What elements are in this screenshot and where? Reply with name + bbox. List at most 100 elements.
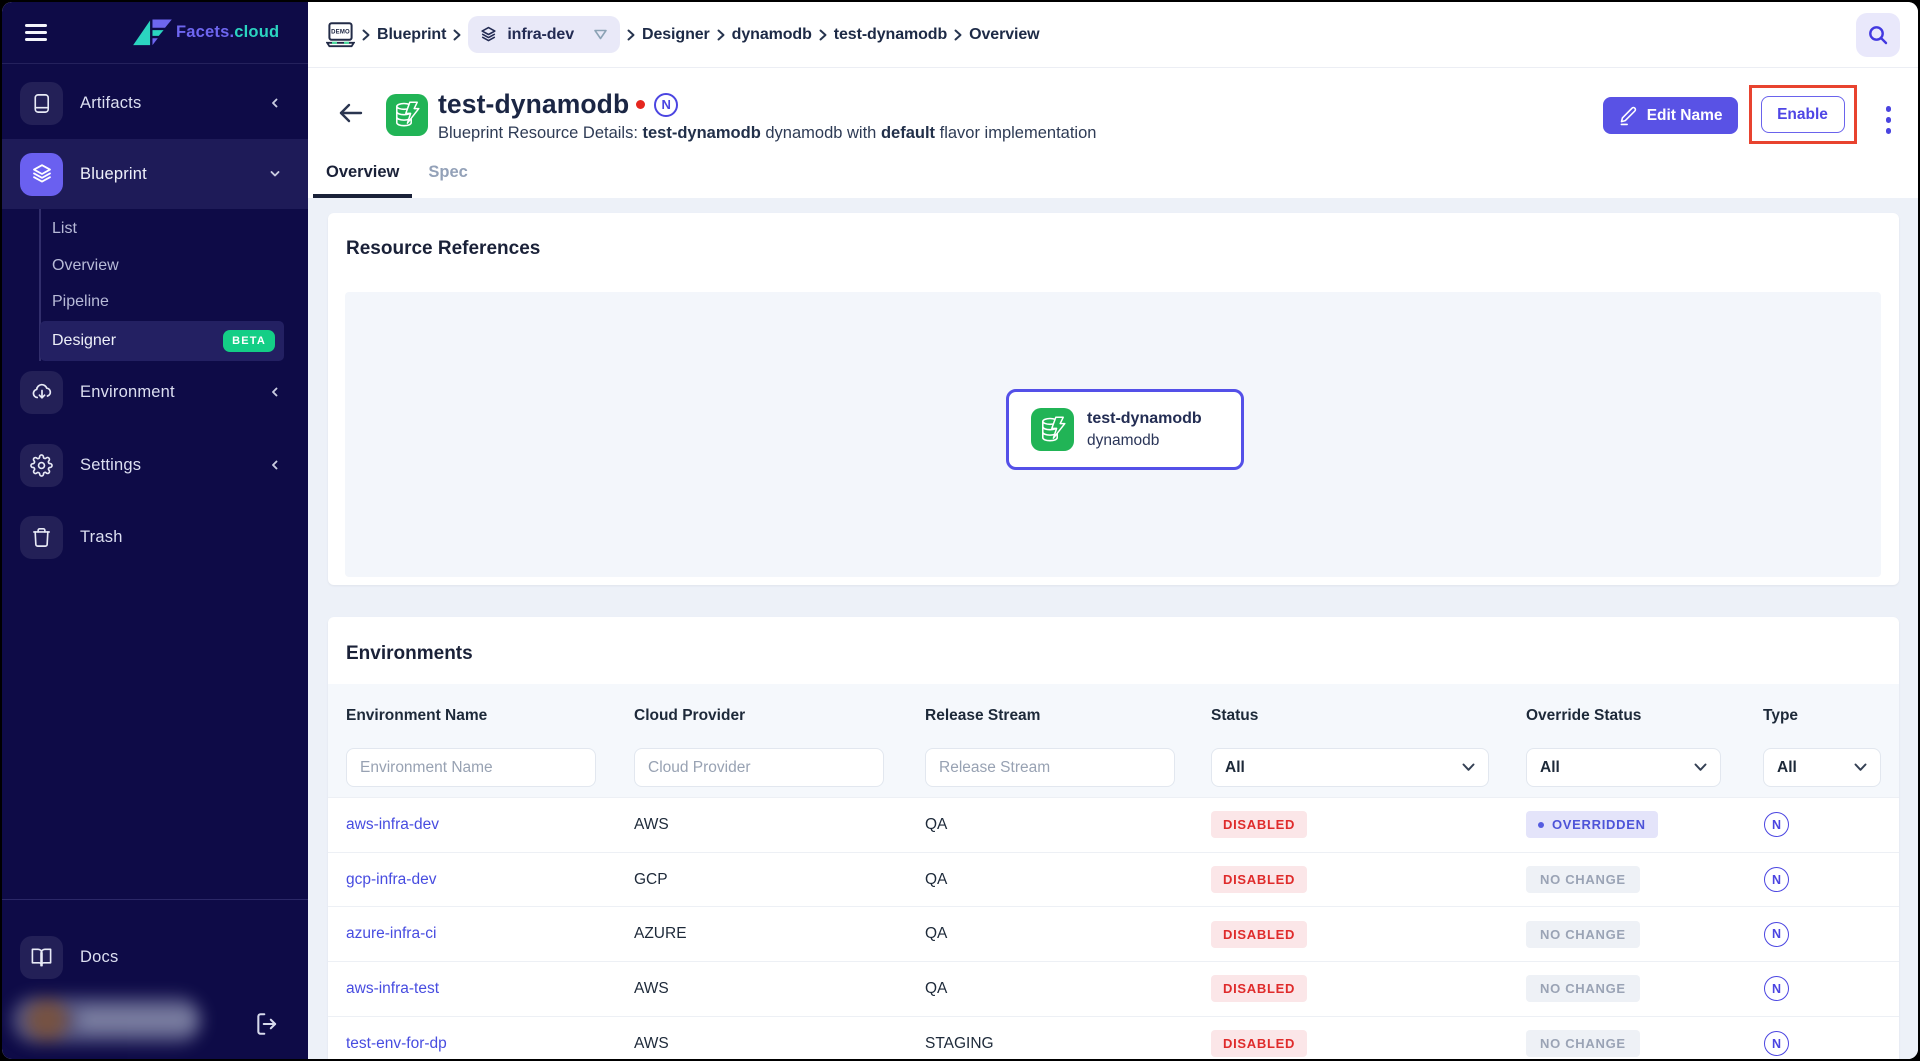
chevron-down-icon	[1462, 763, 1475, 771]
type-n-icon: N	[1764, 812, 1789, 838]
filter-type: Type All	[1763, 707, 1899, 787]
environment-selector[interactable]: infra-dev	[468, 16, 620, 53]
table-row: gcp-infra-dev GCP QA DISABLED NO CHANGE …	[328, 851, 1899, 907]
sidebar-footer: Docs	[2, 899, 308, 1059]
filter-status: Status All	[1211, 707, 1526, 787]
logout-icon[interactable]	[254, 1011, 280, 1040]
status-badge: DISABLED	[1211, 920, 1308, 948]
blueprint-layers-icon	[20, 152, 63, 196]
override-status-filter-select[interactable]: All	[1526, 748, 1721, 787]
search-button[interactable]	[1856, 12, 1900, 57]
environment-link[interactable]: aws-infra-dev	[346, 816, 634, 834]
edit-name-button[interactable]: Edit Name	[1602, 97, 1738, 134]
sidebar-item-artifacts[interactable]: Artifacts	[20, 81, 308, 125]
environment-link[interactable]: test-env-for-dp	[346, 1035, 634, 1053]
override-status-cell: NO CHANGE	[1526, 866, 1763, 894]
environment-name-filter-input[interactable]	[346, 748, 596, 787]
subtitle-suffix: flavor implementation	[935, 124, 1097, 142]
docs-book-icon	[20, 935, 63, 979]
sidebar-item-docs[interactable]: Docs	[20, 935, 308, 979]
tab-overview[interactable]: Overview	[313, 163, 413, 198]
app-window: Facets.cloud Artifacts Blueprint List Ov…	[2, 2, 1918, 1059]
user-avatar[interactable]	[10, 989, 210, 1051]
status-badge: DISABLED	[1211, 866, 1308, 894]
type-filter-select[interactable]: All	[1763, 748, 1881, 787]
enable-button[interactable]: Enable	[1760, 96, 1845, 133]
status-badge: DISABLED	[1211, 811, 1308, 839]
status-filter-select[interactable]: All	[1211, 748, 1489, 787]
submenu-item-pipeline[interactable]: Pipeline	[2, 284, 308, 321]
chevron-left-icon	[268, 96, 282, 110]
brand-text-cloud: cloud	[234, 23, 280, 41]
badge-label: NO CHANGE	[1540, 981, 1626, 997]
sidebar-item-settings[interactable]: Settings	[20, 443, 308, 487]
user-section	[2, 989, 308, 1059]
environment-link[interactable]: azure-infra-ci	[346, 925, 634, 943]
trash-icon	[20, 515, 63, 559]
column-header-environment-name: Environment Name	[346, 707, 488, 724]
breadcrumb-item-overview[interactable]: Overview	[969, 26, 1039, 44]
environment-cloud-icon	[20, 370, 63, 414]
type-n-icon: N	[1764, 1031, 1789, 1057]
cloud-provider-cell: AWS	[634, 815, 669, 833]
hamburger-menu-icon[interactable]	[25, 24, 47, 41]
sidebar-item-blueprint[interactable]: Blueprint	[20, 152, 308, 196]
chevron-left-icon	[268, 385, 282, 399]
cloud-provider-cell: AWS	[634, 1034, 669, 1052]
breadcrumb-item-designer[interactable]: Designer	[642, 26, 710, 44]
release-stream-cell: QA	[925, 925, 948, 943]
sidebar-header: Facets.cloud	[2, 2, 308, 64]
chevron-left-icon	[268, 458, 282, 472]
n-badge-icon: N	[654, 92, 679, 117]
tab-spec[interactable]: Spec	[415, 163, 480, 198]
hamburger-bar	[25, 31, 47, 34]
release-stream-cell: QA	[925, 870, 948, 888]
sidebar-item-environment[interactable]: Environment	[20, 370, 308, 414]
status-badge: DISABLED	[1211, 975, 1308, 1003]
user-name-blurred	[76, 1010, 194, 1030]
release-stream-filter-input[interactable]	[925, 748, 1175, 787]
submenu-item-list[interactable]: List	[2, 211, 308, 248]
facets-logo-icon	[133, 18, 172, 45]
kebab-menu-icon[interactable]	[1884, 104, 1894, 136]
node-name: test-dynamodb	[1087, 409, 1202, 427]
override-status-badge: NO CHANGE	[1526, 920, 1640, 948]
submenu-item-overview[interactable]: Overview	[2, 248, 308, 285]
page-title: test-dynamodb	[438, 89, 630, 119]
back-arrow-icon[interactable]	[337, 101, 364, 128]
environment-link[interactable]: gcp-infra-dev	[346, 871, 634, 889]
breadcrumb-item-test-dynamodb[interactable]: test-dynamodb	[834, 26, 947, 44]
column-header-release-stream: Release Stream	[925, 707, 1041, 724]
title-row: test-dynamodb N	[438, 89, 679, 120]
release-stream-cell: QA	[925, 815, 948, 833]
brand-logo[interactable]: Facets.cloud	[132, 18, 280, 47]
breadcrumb-separator-icon	[626, 28, 636, 42]
node-type: dynamodb	[1087, 431, 1160, 449]
cloud-provider-cell: AZURE	[634, 925, 687, 943]
submenu-item-designer[interactable]: Designer BETA	[40, 320, 284, 361]
pencil-icon	[1620, 106, 1636, 126]
settings-gear-icon	[20, 443, 63, 487]
override-status-badge: NO CHANGE	[1526, 1030, 1640, 1058]
sidebar-item-trash[interactable]: Trash	[20, 515, 308, 559]
cloud-provider-filter-input[interactable]	[634, 748, 884, 787]
breadcrumb-item-dynamodb[interactable]: dynamodb	[732, 26, 812, 44]
sidebar: Facets.cloud Artifacts Blueprint List Ov…	[2, 2, 308, 1059]
table-row: aws-infra-dev AWS QA DISABLED OVERRIDDEN…	[328, 797, 1899, 852]
subtitle-resource-name: test-dynamodb	[642, 124, 761, 142]
resource-node[interactable]: test-dynamodb dynamodb	[1006, 389, 1244, 470]
sidebar-divider	[2, 899, 308, 900]
dropdown-triangle-icon	[594, 29, 607, 40]
type-n-icon: N	[1764, 976, 1789, 1002]
filter-cloud-provider: Cloud Provider	[634, 707, 925, 787]
environment-link[interactable]: aws-infra-test	[346, 980, 634, 998]
column-header-override-status: Override Status	[1526, 707, 1642, 724]
demo-label: DEMO	[331, 29, 350, 35]
override-status-badge: NO CHANGE	[1526, 975, 1640, 1003]
badge-label: NO CHANGE	[1540, 926, 1626, 942]
environments-table: aws-infra-dev AWS QA DISABLED OVERRIDDEN…	[328, 797, 1899, 1059]
page-header: test-dynamodb N Blueprint Resource Detai…	[308, 68, 1918, 198]
breadcrumb-item-blueprint[interactable]: Blueprint	[377, 26, 446, 44]
select-value: All	[1777, 758, 1797, 776]
status-cell: DISABLED	[1211, 1030, 1526, 1058]
